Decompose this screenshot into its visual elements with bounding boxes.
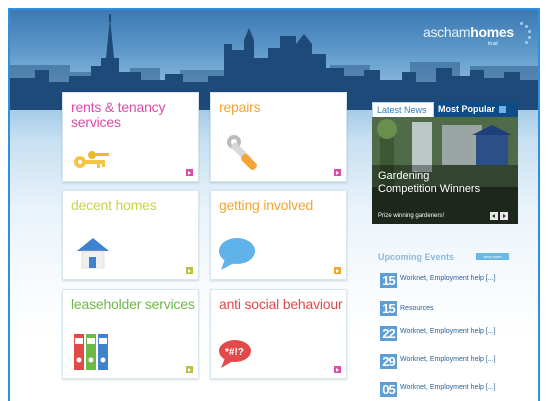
- keys-icon: [74, 151, 109, 168]
- swear-bubble-icon: *#!?: [219, 340, 251, 368]
- tab-most-popular[interactable]: Most Popular: [434, 102, 518, 117]
- tile-title: anti social behaviour: [219, 296, 343, 312]
- wrench-icon: [227, 135, 257, 170]
- tile-title: leaseholder services: [71, 296, 195, 312]
- event-date: 22: [380, 326, 397, 341]
- event-date: 29: [380, 354, 397, 369]
- arrow-button[interactable]: [186, 267, 193, 274]
- arrow-button[interactable]: [334, 366, 341, 373]
- tile-rents-tenancy[interactable]: rents & tenancy services: [62, 92, 199, 182]
- event-text[interactable]: Worknet, Employment help [...]: [400, 355, 512, 365]
- news-feature-title[interactable]: Gardening Competition Winners: [378, 170, 488, 196]
- tile-decent-homes[interactable]: decent homes: [62, 190, 199, 280]
- logo-swirl-icon: [518, 18, 532, 48]
- brand-logo[interactable]: aschamhomes: [423, 24, 514, 40]
- tile-title: repairs: [219, 99, 261, 115]
- next-arrow-icon[interactable]: [500, 212, 508, 220]
- tab-most-popular-label: Most Popular: [438, 104, 496, 114]
- event-date: 15: [380, 273, 397, 288]
- event-text[interactable]: Worknet, Employment help [...]: [400, 274, 512, 284]
- tile-title: getting involved: [219, 197, 314, 213]
- view-more-button[interactable]: view more: [476, 253, 509, 260]
- event-text[interactable]: Resources: [400, 304, 512, 314]
- arrow-button[interactable]: [186, 366, 193, 373]
- news-events-panel: Latest News Most Popular Gardening Compe…: [372, 102, 518, 401]
- tile-title: rents & tenancy services: [71, 99, 166, 130]
- event-date: 05: [380, 382, 397, 397]
- tile-leaseholder-services[interactable]: leaseholder services: [62, 289, 199, 379]
- event-text[interactable]: Worknet, Employment help [...]: [400, 327, 512, 337]
- rss-icon[interactable]: [498, 106, 506, 114]
- tile-getting-involved[interactable]: getting involved: [210, 190, 347, 280]
- speech-bubble-icon: [219, 238, 255, 270]
- brand-tagline: trust: [488, 41, 498, 47]
- news-feature-caption: Prize winning gardeners!: [378, 213, 445, 219]
- svg-text:*#!?: *#!?: [225, 347, 244, 358]
- brand-name-part1: ascham: [423, 24, 471, 40]
- news-feature-image[interactable]: Gardening Competition Winners Prize winn…: [372, 117, 518, 224]
- upcoming-events-title: Upcoming Events: [378, 252, 455, 262]
- arrow-button[interactable]: [334, 169, 341, 176]
- tab-latest-news[interactable]: Latest News: [372, 102, 434, 117]
- site-frame: aschamhomes trust rents & tenancy servic…: [8, 8, 540, 401]
- brand-name-part2: homes: [470, 24, 514, 40]
- house-icon: [77, 238, 109, 269]
- binders-icon: [74, 334, 108, 370]
- tile-anti-social-behaviour[interactable]: anti social behaviour *#!?: [210, 289, 347, 379]
- event-date: 15: [380, 301, 397, 316]
- event-text[interactable]: Worknet, Employment help [...]: [400, 383, 512, 393]
- arrow-button[interactable]: [334, 267, 341, 274]
- tile-repairs[interactable]: repairs: [210, 92, 347, 182]
- arrow-button[interactable]: [186, 169, 193, 176]
- tile-title: decent homes: [71, 197, 157, 213]
- prev-arrow-icon[interactable]: [490, 212, 498, 220]
